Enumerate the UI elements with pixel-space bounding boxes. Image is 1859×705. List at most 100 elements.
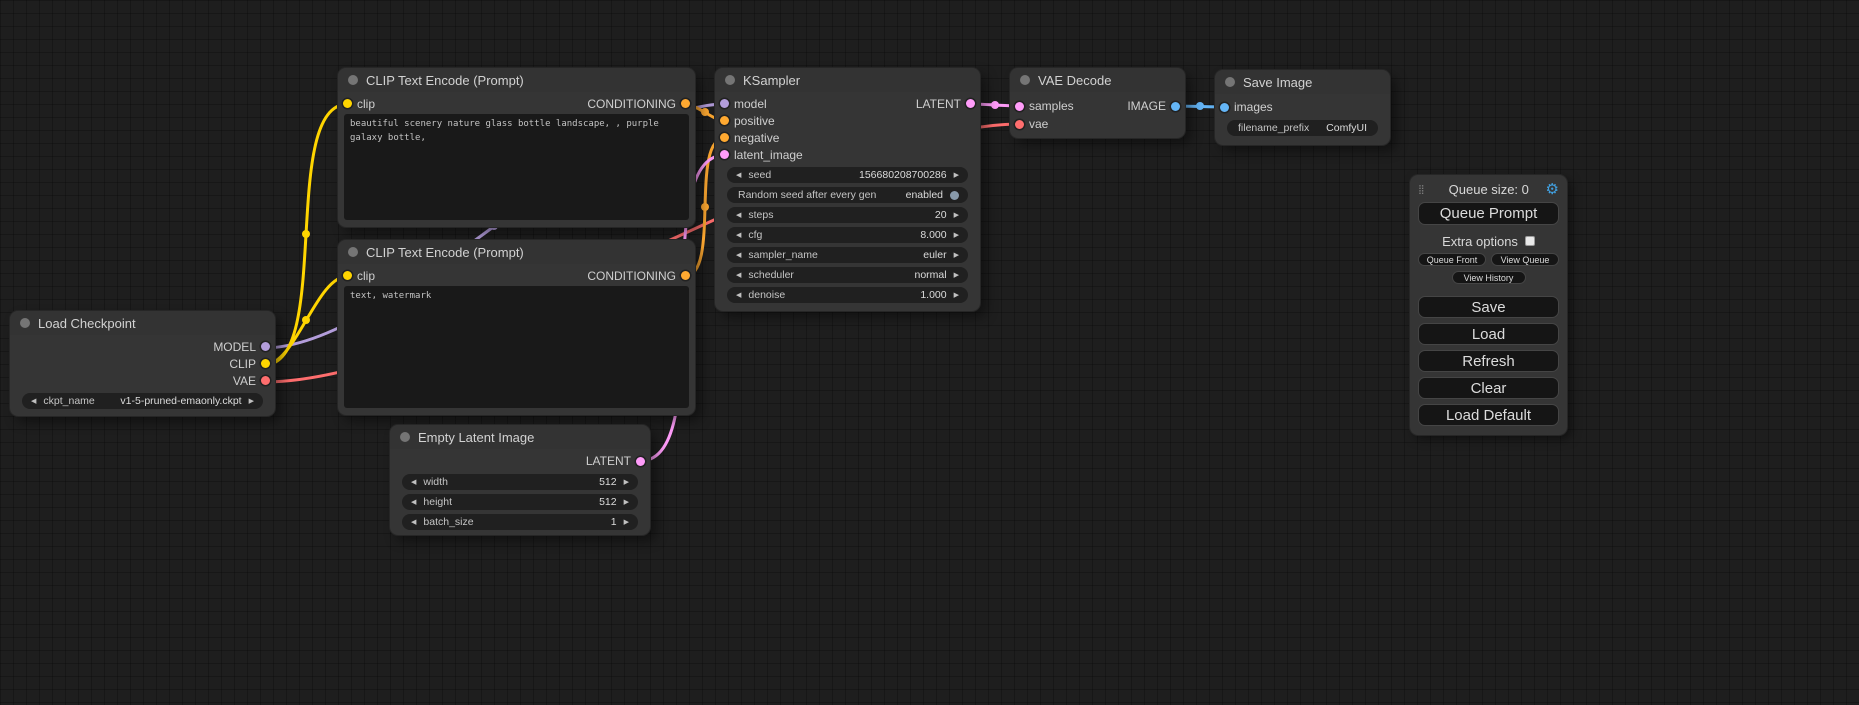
random-seed-toggle-widget[interactable]: Random seed after every gen enabled <box>727 187 968 203</box>
collapse-dot-icon[interactable] <box>400 432 410 442</box>
batch-size-number-widget[interactable]: ◀ batch_size 1 ▶ <box>402 514 638 530</box>
node-title-bar[interactable]: Load Checkpoint <box>10 311 275 335</box>
samples-input-slot-dot[interactable] <box>1015 102 1024 111</box>
output-slot-latent: LATENT <box>390 452 650 470</box>
vae-input-slot-dot[interactable] <box>1015 120 1024 129</box>
node-vae-decode[interactable]: VAE Decode IMAGE samples vae <box>1010 68 1185 138</box>
toggle-dot-icon[interactable] <box>950 191 959 200</box>
decrement-arrow-icon[interactable]: ◀ <box>736 232 741 239</box>
input-slot-negative: negative <box>715 129 980 146</box>
node-title-bar[interactable]: CLIP Text Encode (Prompt) <box>338 240 695 264</box>
view-queue-button[interactable]: View Queue <box>1491 253 1559 266</box>
collapse-dot-icon[interactable] <box>1020 75 1030 85</box>
queue-front-button[interactable]: Queue Front <box>1418 253 1486 266</box>
slot-label: model <box>734 97 767 111</box>
height-number-widget[interactable]: ◀ height 512 ▶ <box>402 494 638 510</box>
clip-input-slot-dot[interactable] <box>343 271 352 280</box>
steps-number-widget[interactable]: ◀ steps 20 ▶ <box>727 207 968 223</box>
collapse-dot-icon[interactable] <box>725 75 735 85</box>
queue-prompt-button[interactable]: Queue Prompt <box>1418 202 1559 225</box>
link-midpoint-dot <box>701 203 709 211</box>
sampler-name-combo-widget[interactable]: ◀ sampler_name euler ▶ <box>727 247 968 263</box>
decrement-arrow-icon[interactable]: ◀ <box>411 479 416 486</box>
increment-arrow-icon[interactable]: ▶ <box>954 212 959 219</box>
load-button[interactable]: Load <box>1418 323 1559 345</box>
scheduler-combo-widget[interactable]: ◀ scheduler normal ▶ <box>727 267 968 283</box>
images-input-slot-dot[interactable] <box>1220 103 1229 112</box>
decrement-arrow-icon[interactable]: ◀ <box>736 292 741 299</box>
input-slot-samples: samples <box>1010 97 1185 115</box>
decrement-arrow-icon[interactable]: ◀ <box>736 272 741 279</box>
load-default-button[interactable]: Load Default <box>1418 404 1559 426</box>
node-empty-latent-image[interactable]: Empty Latent Image LATENT ◀ width 512 ▶ … <box>390 425 650 535</box>
positive-prompt-textarea[interactable]: beautiful scenery nature glass bottle la… <box>344 114 689 220</box>
negative-input-slot-dot[interactable] <box>720 133 729 142</box>
increment-arrow-icon[interactable]: ▶ <box>954 172 959 179</box>
collapse-dot-icon[interactable] <box>348 75 358 85</box>
node-clip-text-encode-positive[interactable]: CLIP Text Encode (Prompt) clip CONDITION… <box>338 68 695 227</box>
model-output-slot-dot[interactable] <box>261 342 270 351</box>
clip-output-slot-dot[interactable] <box>261 359 270 368</box>
decrement-arrow-icon[interactable]: ◀ <box>736 212 741 219</box>
node-clip-text-encode-negative[interactable]: CLIP Text Encode (Prompt) clip CONDITION… <box>338 240 695 415</box>
denoise-number-widget[interactable]: ◀ denoise 1.000 ▶ <box>727 287 968 303</box>
node-title-bar[interactable]: Save Image <box>1215 70 1390 94</box>
increment-arrow-icon[interactable]: ▶ <box>624 499 629 506</box>
node-title-bar[interactable]: CLIP Text Encode (Prompt) <box>338 68 695 92</box>
model-input-slot-dot[interactable] <box>720 99 729 108</box>
decrement-arrow-icon[interactable]: ◀ <box>411 519 416 526</box>
node-title: VAE Decode <box>1038 73 1111 88</box>
node-ksampler[interactable]: KSampler LATENT model positive negative … <box>715 68 980 311</box>
link-midpoint-dot <box>302 230 310 238</box>
output-slot-clip: CLIP <box>10 355 275 372</box>
widget-value: 8.000 <box>920 229 946 241</box>
widget-label: batch_size <box>423 516 473 528</box>
increment-arrow-icon[interactable]: ▶ <box>249 398 254 405</box>
widget-label: steps <box>748 209 773 221</box>
negative-prompt-textarea[interactable]: text, watermark <box>344 286 689 408</box>
filename-prefix-text-widget[interactable]: filename_prefix ComfyUI <box>1227 120 1378 136</box>
latent-output-slot-dot[interactable] <box>636 457 645 466</box>
slot-label: CONDITIONING <box>587 269 676 283</box>
slot-label: negative <box>734 131 779 145</box>
widget-label: filename_prefix <box>1238 122 1309 134</box>
increment-arrow-icon[interactable]: ▶ <box>954 252 959 259</box>
extra-options-checkbox[interactable] <box>1525 236 1535 246</box>
collapse-dot-icon[interactable] <box>1225 77 1235 87</box>
collapse-dot-icon[interactable] <box>20 318 30 328</box>
node-title-bar[interactable]: VAE Decode <box>1010 68 1185 92</box>
save-button[interactable]: Save <box>1418 296 1559 318</box>
decrement-arrow-icon[interactable]: ◀ <box>736 252 741 259</box>
refresh-button[interactable]: Refresh <box>1418 350 1559 372</box>
decrement-arrow-icon[interactable]: ◀ <box>31 398 36 405</box>
drag-handle-icon[interactable]: ⣿ <box>1418 184 1432 195</box>
node-title-bar[interactable]: Empty Latent Image <box>390 425 650 449</box>
increment-arrow-icon[interactable]: ▶ <box>624 519 629 526</box>
increment-arrow-icon[interactable]: ▶ <box>954 232 959 239</box>
decrement-arrow-icon[interactable]: ◀ <box>411 499 416 506</box>
width-number-widget[interactable]: ◀ width 512 ▶ <box>402 474 638 490</box>
vae-output-slot-dot[interactable] <box>261 376 270 385</box>
conditioning-output-slot-dot[interactable] <box>681 271 690 280</box>
clip-input-slot-dot[interactable] <box>343 99 352 108</box>
decrement-arrow-icon[interactable]: ◀ <box>736 172 741 179</box>
extra-options-label: Extra options <box>1442 234 1518 249</box>
latent-image-input-slot-dot[interactable] <box>720 150 729 159</box>
positive-input-slot-dot[interactable] <box>720 116 729 125</box>
ckpt-name-combo-widget[interactable]: ◀ ckpt_name v1-5-pruned-emaonly.ckpt ▶ <box>22 393 263 409</box>
seed-number-widget[interactable]: ◀ seed 156680208700286 ▶ <box>727 167 968 183</box>
conditioning-output-slot-dot[interactable] <box>681 99 690 108</box>
increment-arrow-icon[interactable]: ▶ <box>954 292 959 299</box>
slot-label: clip <box>357 97 375 111</box>
increment-arrow-icon[interactable]: ▶ <box>954 272 959 279</box>
wire-clip-positive <box>264 104 348 365</box>
clear-button[interactable]: Clear <box>1418 377 1559 399</box>
settings-gear-icon[interactable]: ⚙ <box>1546 182 1559 197</box>
node-title-bar[interactable]: KSampler <box>715 68 980 92</box>
view-history-button[interactable]: View History <box>1452 271 1526 284</box>
increment-arrow-icon[interactable]: ▶ <box>624 479 629 486</box>
collapse-dot-icon[interactable] <box>348 247 358 257</box>
cfg-number-widget[interactable]: ◀ cfg 8.000 ▶ <box>727 227 968 243</box>
node-load-checkpoint[interactable]: Load Checkpoint MODEL CLIP VAE ◀ ckpt_na… <box>10 311 275 416</box>
node-save-image[interactable]: Save Image images filename_prefix ComfyU… <box>1215 70 1390 145</box>
